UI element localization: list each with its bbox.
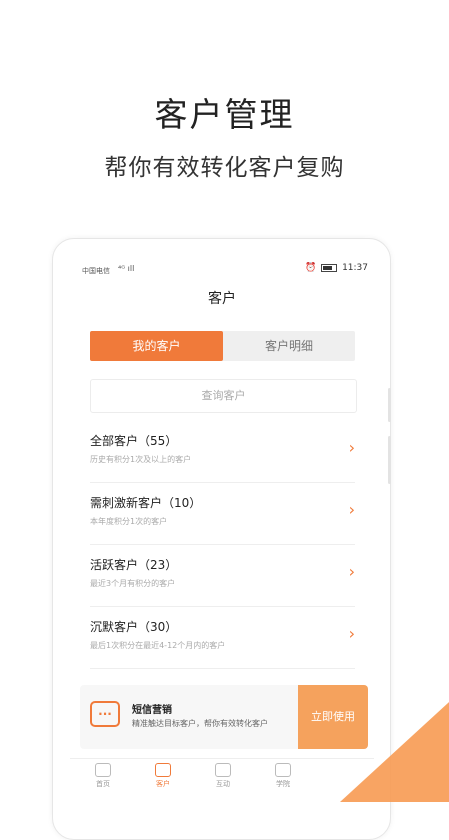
- tabbar-label: 客户: [156, 780, 170, 788]
- tab-my-customers[interactable]: 我的客户: [90, 331, 223, 361]
- tabbar-label: 互动: [216, 780, 230, 788]
- list-item-all[interactable]: 全部客户（55） 历史有积分1次及以上的客户 ›: [90, 420, 355, 483]
- status-right: ⏰ 11:37: [305, 263, 368, 273]
- hero-subtitle: 帮你有效转化客户复购: [104, 155, 345, 181]
- list-item-active[interactable]: 活跃客户（23） 最近3个月有积分的客户 ›: [90, 544, 355, 607]
- battery-icon: [321, 263, 338, 272]
- bottom-tab-bar: 首页 客户 互动 学院: [70, 758, 374, 800]
- alarm-icon: ⏰: [305, 263, 317, 273]
- list-item-name: 需刺激新客户（10）: [90, 496, 202, 510]
- tab-customer-detail[interactable]: 客户明细: [223, 331, 355, 361]
- list-item-desc: 最近3个月有积分的客户: [90, 579, 176, 588]
- tabbar-label: 首页: [96, 780, 110, 788]
- decorative-corner-flag: [340, 692, 449, 802]
- segment-control: 我的客户 客户明细: [90, 331, 355, 361]
- phone-volume-button: [388, 388, 391, 422]
- signal-icon: ⁴ᴳ ıll: [118, 264, 135, 273]
- hero-title: 客户管理: [154, 95, 295, 134]
- search-input[interactable]: 查询客户: [90, 379, 357, 413]
- page-title: 客户: [208, 291, 236, 307]
- chat-icon: [215, 763, 231, 777]
- app-screen: 中国电信 ⁴ᴳ ıll ⏰ 11:37 客户 我的客户 客户明细 查询客户 全部…: [70, 258, 374, 800]
- phone-power-button: [388, 436, 391, 484]
- tabbar-item-academy[interactable]: 学院: [258, 763, 308, 789]
- chevron-right-icon: ›: [348, 562, 355, 581]
- status-bar: 中国电信 ⁴ᴳ ıll ⏰ 11:37: [70, 258, 374, 280]
- book-icon: [275, 763, 291, 777]
- tabbar-item-interact[interactable]: 互动: [198, 763, 248, 789]
- chevron-right-icon: ›: [348, 500, 355, 519]
- list-item-name: 沉默客户（30）: [90, 620, 178, 634]
- tabbar-item-home[interactable]: 首页: [78, 763, 128, 789]
- list-item-desc: 最后1次积分在最近4-12个月内的客户: [90, 641, 226, 650]
- banner-desc: 精准触达目标客户，帮你有效转化客户: [132, 719, 268, 728]
- carrier-label: 中国电信: [82, 267, 110, 275]
- message-icon: ···: [90, 701, 120, 727]
- tabbar-label: 学院: [276, 780, 290, 788]
- chevron-right-icon: ›: [348, 438, 355, 457]
- list-item-desc: 本年度积分1次的客户: [90, 517, 168, 526]
- diamond-icon: [155, 763, 171, 777]
- status-time: 11:37: [342, 263, 368, 273]
- tabbar-item-customer[interactable]: 客户: [138, 763, 188, 789]
- chevron-right-icon: ›: [348, 624, 355, 643]
- list-item-name: 全部客户（55）: [90, 434, 178, 448]
- list-item-new[interactable]: 需刺激新客户（10） 本年度积分1次的客户 ›: [90, 482, 355, 545]
- sms-marketing-banner[interactable]: ··· 短信营销 精准触达目标客户，帮你有效转化客户 立即使用: [80, 685, 368, 749]
- list-item-silent[interactable]: 沉默客户（30） 最后1次积分在最近4-12个月内的客户 ›: [90, 606, 355, 669]
- list-item-desc: 历史有积分1次及以上的客户: [90, 455, 192, 464]
- list-item-name: 活跃客户（23）: [90, 558, 178, 572]
- banner-title: 短信营销: [132, 705, 172, 716]
- home-icon: [95, 763, 111, 777]
